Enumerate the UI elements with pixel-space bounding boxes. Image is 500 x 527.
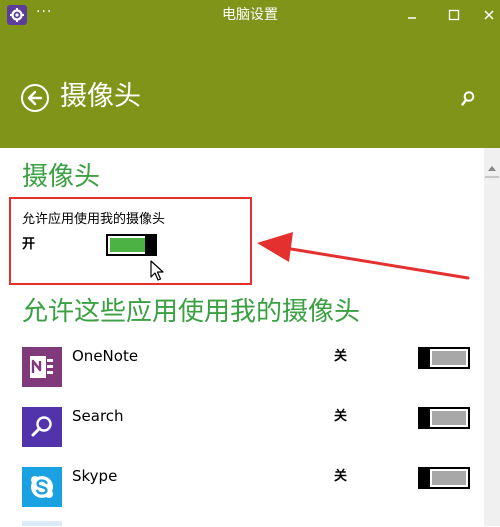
app-state-label: 关 xyxy=(334,469,348,484)
camera-section-title: 摄像头 xyxy=(22,162,101,192)
app-state-label: 关 xyxy=(334,409,348,424)
back-arrow-icon[interactable] xyxy=(21,84,49,112)
maximize-button[interactable] xyxy=(446,7,462,23)
toggle-track xyxy=(432,471,466,485)
app-name: Search xyxy=(72,407,124,425)
vertical-scrollbar[interactable] xyxy=(484,148,500,526)
window-title: 电脑设置 xyxy=(222,7,278,23)
onenote-icon xyxy=(22,347,62,387)
page-header: 摄像头 xyxy=(0,30,500,148)
scrollbar-thumb[interactable] xyxy=(485,176,499,178)
annotation-arrow xyxy=(257,232,470,280)
scroll-up-arrow-icon[interactable] xyxy=(488,166,496,171)
allow-camera-toggle[interactable] xyxy=(106,234,157,256)
app-toggle-search[interactable] xyxy=(418,407,470,429)
apps-section-title: 允许这些应用使用我的摄像头 xyxy=(22,297,361,327)
skype-icon xyxy=(22,467,62,507)
page-title: 摄像头 xyxy=(60,81,141,112)
app-name: OneNote xyxy=(72,347,139,365)
app-row-onenote: OneNote 关 xyxy=(0,347,484,407)
next-app-icon-partial xyxy=(22,521,62,526)
app-row-search: Search 关 xyxy=(0,407,484,467)
app-toggle-onenote[interactable] xyxy=(418,347,470,369)
toggle-knob xyxy=(420,469,430,487)
allow-camera-state: 开 xyxy=(22,237,36,252)
toggle-knob xyxy=(420,349,430,367)
toggle-track xyxy=(432,351,466,365)
toggle-track xyxy=(432,411,466,425)
app-state-label: 关 xyxy=(334,349,348,364)
search-app-icon xyxy=(22,407,62,447)
toggle-knob xyxy=(420,409,430,427)
allow-camera-label: 允许应用使用我的摄像头 xyxy=(22,212,166,227)
app-row-skype: Skype 关 xyxy=(0,467,484,527)
toggle-fill xyxy=(110,238,146,252)
mouse-cursor-icon xyxy=(150,260,164,281)
toggle-knob xyxy=(145,236,155,254)
close-button[interactable] xyxy=(481,7,497,23)
app-toggle-skype[interactable] xyxy=(418,467,470,489)
title-bar: ··· 电脑设置 xyxy=(0,0,500,30)
app-name: Skype xyxy=(72,467,118,485)
search-icon[interactable] xyxy=(460,90,476,108)
minimize-button[interactable] xyxy=(404,7,420,23)
